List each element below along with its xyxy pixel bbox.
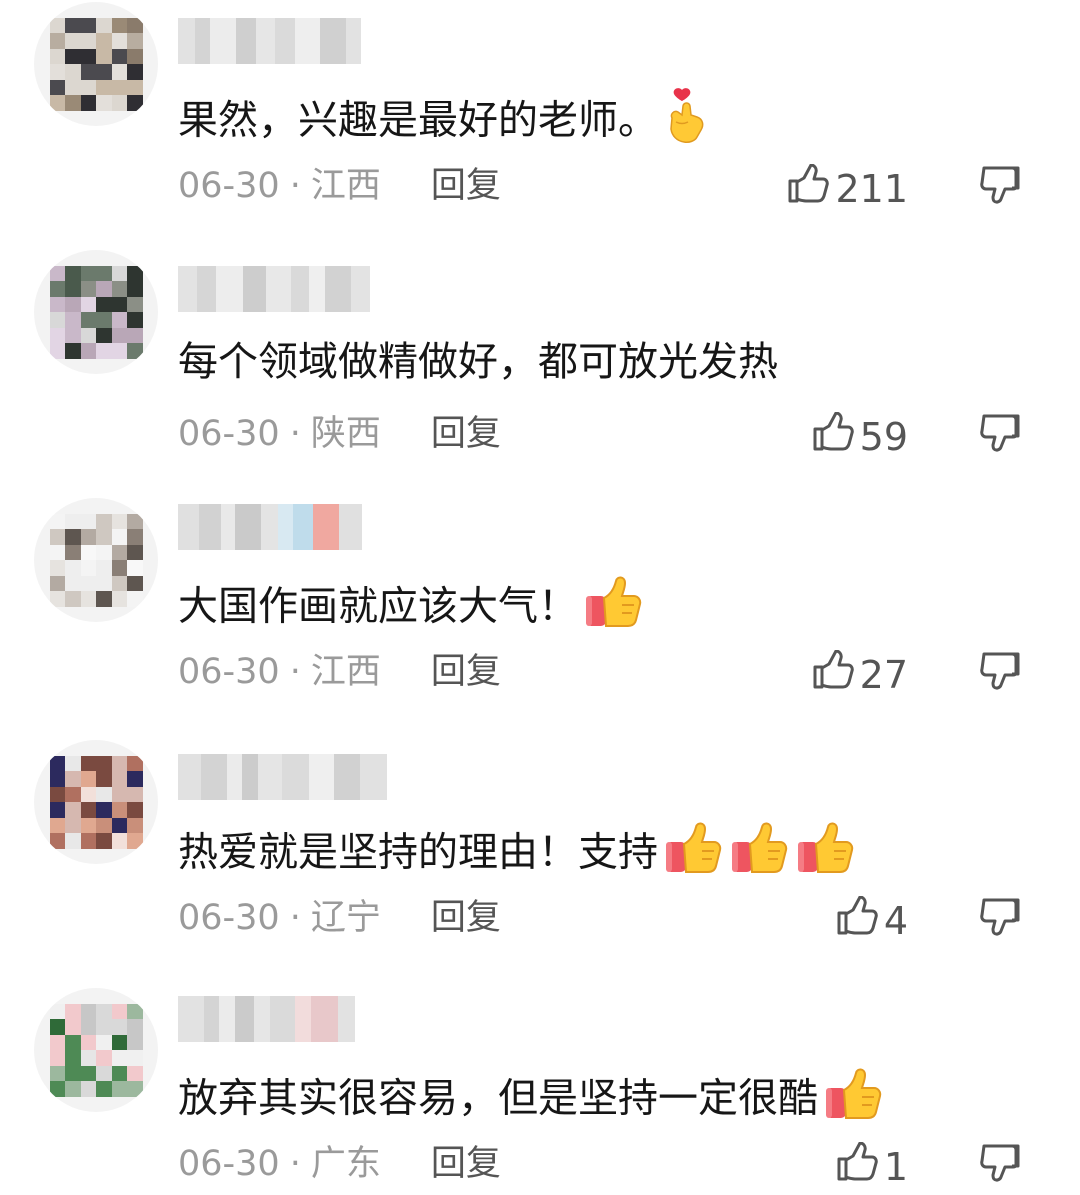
avatar[interactable]: [34, 988, 158, 1112]
avatar[interactable]: [34, 498, 158, 622]
like-button[interactable]: 4: [836, 895, 908, 945]
dislike-button[interactable]: [978, 412, 1024, 460]
thumbs-up-icon: [730, 820, 790, 889]
thumbs-up-icon: [664, 820, 724, 889]
thumbs-up-outline-icon: [812, 411, 860, 461]
comment-date: 06-30: [178, 414, 280, 454]
like-button[interactable]: 1: [836, 1141, 908, 1191]
separator-dot: ·: [289, 1144, 301, 1184]
avatar[interactable]: [34, 740, 158, 864]
thumbs-up-icon: [796, 820, 856, 889]
dislike-button[interactable]: [978, 650, 1024, 698]
like-count: 59: [859, 414, 908, 459]
username-pixelated[interactable]: [178, 996, 355, 1042]
comment-location: 江西: [310, 166, 381, 206]
like-button[interactable]: 27: [812, 649, 908, 699]
comment-meta: 06-30 · 陕西 回复: [178, 412, 501, 456]
reply-button[interactable]: 回复: [431, 414, 501, 454]
reply-button[interactable]: 回复: [431, 652, 501, 692]
comment-text: 放弃其实很容易，但是坚持一定很酷: [178, 1066, 884, 1135]
thumbs-down-outline-icon: [978, 898, 1024, 944]
reply-button[interactable]: 回复: [431, 1144, 501, 1184]
thumbs-down-outline-icon: [978, 1144, 1024, 1190]
finger-heart-icon: [664, 88, 708, 157]
comment-location: 陕西: [310, 414, 381, 454]
comment-date: 06-30: [178, 898, 280, 938]
username-pixelated[interactable]: [178, 504, 362, 550]
separator-dot: ·: [289, 652, 301, 692]
thumbs-up-outline-icon: [836, 1141, 884, 1191]
reply-button[interactable]: 回复: [431, 898, 501, 938]
thumbs-up-outline-icon: [836, 895, 884, 945]
comment-date: 06-30: [178, 166, 280, 206]
separator-dot: ·: [289, 898, 301, 938]
avatar[interactable]: [34, 2, 158, 126]
like-count: 211: [835, 166, 908, 211]
comment-meta: 06-30 · 江西 回复: [178, 164, 501, 208]
username-pixelated[interactable]: [178, 754, 387, 800]
dislike-button[interactable]: [978, 1142, 1024, 1190]
comment-text: 大国作画就应该大气！: [178, 574, 644, 643]
comment-text: 果然，兴趣是最好的老师。: [178, 88, 708, 157]
comment-text: 每个领域做精做好，都可放光发热: [178, 339, 778, 385]
dislike-button[interactable]: [978, 164, 1024, 212]
like-count: 4: [883, 898, 908, 943]
comment-text: 热爱就是坚持的理由！支持: [178, 820, 856, 889]
thumbs-down-outline-icon: [978, 414, 1024, 460]
thumbs-up-outline-icon: [787, 163, 835, 213]
thumbs-up-icon: [584, 574, 644, 643]
separator-dot: ·: [289, 414, 301, 454]
comment-meta: 06-30 · 江西 回复: [178, 650, 501, 694]
thumbs-down-outline-icon: [978, 166, 1024, 212]
comment-location: 辽宁: [310, 898, 381, 938]
dislike-button[interactable]: [978, 896, 1024, 944]
reply-button[interactable]: 回复: [431, 166, 501, 206]
like-button[interactable]: 211: [787, 163, 908, 213]
thumbs-up-icon: [824, 1066, 884, 1135]
comment-date: 06-30: [178, 1144, 280, 1184]
username-pixelated[interactable]: [178, 18, 361, 64]
comment-date: 06-30: [178, 652, 280, 692]
thumbs-down-outline-icon: [978, 652, 1024, 698]
comment-location: 广东: [310, 1144, 381, 1184]
comment-meta: 06-30 · 辽宁 回复: [178, 896, 501, 940]
avatar[interactable]: [34, 250, 158, 374]
comment-location: 江西: [310, 652, 381, 692]
like-button[interactable]: 59: [812, 411, 908, 461]
separator-dot: ·: [289, 166, 301, 206]
username-pixelated[interactable]: [178, 266, 370, 312]
comment-meta: 06-30 · 广东 回复: [178, 1142, 501, 1186]
thumbs-up-outline-icon: [812, 649, 860, 699]
like-count: 27: [859, 652, 908, 697]
like-count: 1: [883, 1144, 908, 1189]
